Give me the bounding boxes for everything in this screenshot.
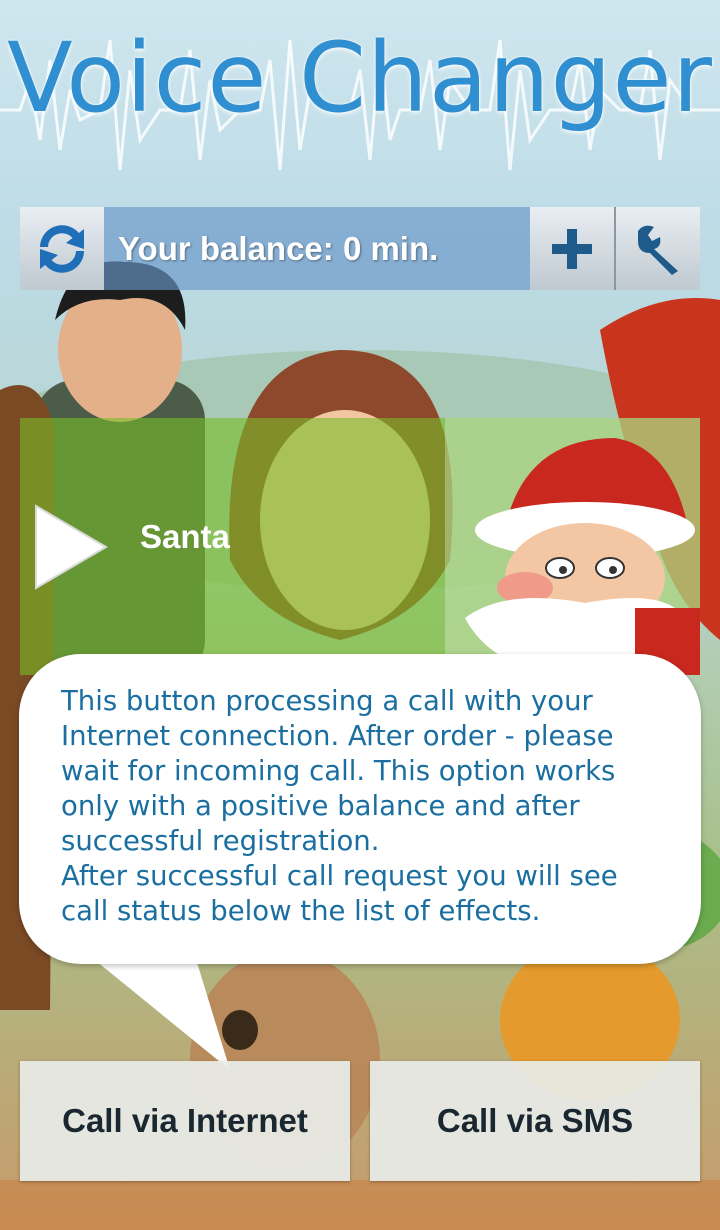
refresh-icon bbox=[40, 224, 84, 273]
refresh-button[interactable] bbox=[20, 207, 104, 290]
effect-name: Santa bbox=[140, 518, 230, 555]
app-title: Voice Changer bbox=[7, 22, 713, 134]
help-tooltip: This button processing a call with your … bbox=[19, 654, 701, 964]
call-via-internet-button[interactable]: Call via Internet bbox=[20, 1061, 350, 1181]
settings-button[interactable] bbox=[614, 207, 700, 290]
wrench-icon bbox=[638, 225, 678, 275]
santa-avatar bbox=[445, 418, 700, 675]
effect-item-santa[interactable]: Santa bbox=[20, 418, 700, 675]
play-icon[interactable] bbox=[32, 502, 110, 592]
tooltip-pointer bbox=[90, 956, 230, 1070]
balance-text: Your balance: 0 min. bbox=[118, 230, 439, 267]
call-via-sms-button[interactable]: Call via SMS bbox=[370, 1061, 700, 1181]
balance-bar: Your balance: 0 min. bbox=[20, 207, 700, 290]
add-balance-button[interactable] bbox=[530, 207, 614, 290]
plus-icon bbox=[552, 228, 592, 269]
tooltip-text: This button processing a call with your … bbox=[61, 685, 618, 927]
